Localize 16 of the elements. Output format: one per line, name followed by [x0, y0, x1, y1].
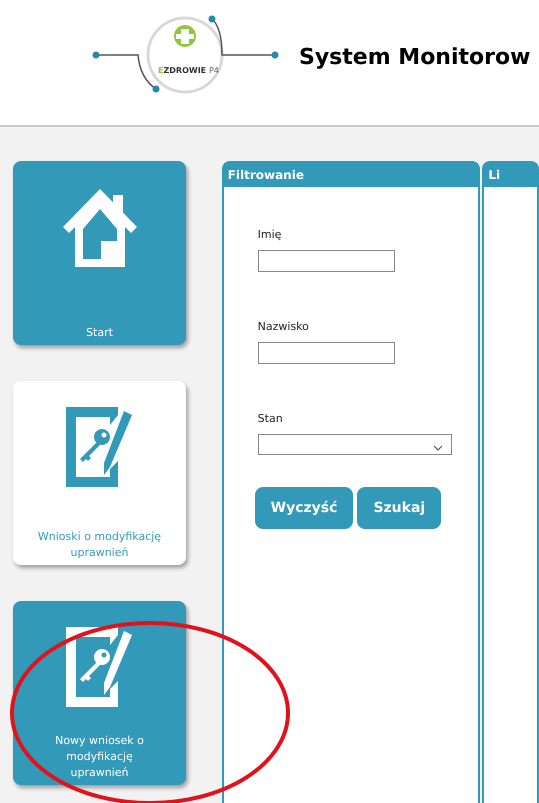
nav-tile[interactable]: Wnioski o modyfikację uprawnień	[13, 381, 186, 565]
action-button[interactable]: Szukaj	[357, 487, 442, 529]
chevron-down-icon	[432, 444, 443, 450]
nav-tile[interactable]: Start	[13, 161, 186, 345]
panel-header: Li	[484, 163, 537, 187]
nav-tile[interactable]: Nowy wniosek o modyfikację uprawnień	[13, 601, 186, 785]
app-title: System Monitorow	[299, 44, 530, 72]
state-dropdown[interactable]	[258, 434, 452, 454]
field-label: Nazwisko	[258, 319, 310, 335]
logo-text: EZDROWIE P4	[158, 65, 219, 77]
input-field[interactable]	[258, 250, 395, 272]
field-label: Stan	[258, 411, 284, 427]
input-field[interactable]	[258, 342, 395, 364]
field-label: Imię	[258, 227, 282, 243]
action-button[interactable]: Wyczyść	[254, 487, 354, 529]
panel-header: Filtrowanie	[224, 163, 478, 187]
